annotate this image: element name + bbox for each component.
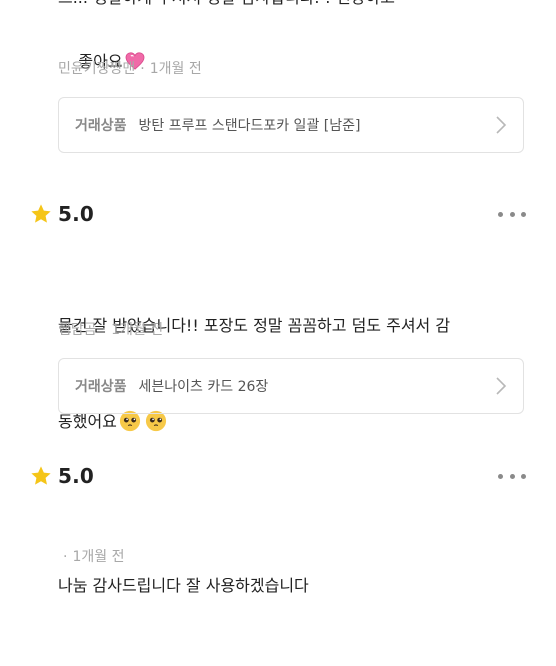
dot-icon: [509, 211, 515, 217]
deal-label: 거래상품: [75, 379, 127, 395]
review-author[interactable]: 햄담곰: [58, 322, 97, 338]
more-options-button[interactable]: [498, 204, 526, 224]
review-time: 1개월 전: [111, 322, 164, 338]
deal-title: 세븐나이츠 카드 26장: [138, 379, 269, 395]
chevron-right-icon: [496, 116, 507, 134]
deal-label: 거래상품: [75, 118, 127, 134]
meta-separator: ·: [101, 322, 107, 338]
review-body-line: 동했어요: [58, 412, 117, 431]
deal-title: 방탄 프루프 스탠다드포카 일괄 [남준]: [138, 118, 361, 134]
deal-item-card[interactable]: 거래상품 방탄 프루프 스탠다드포카 일괄 [남준]: [58, 97, 524, 153]
meta-separator: ·: [140, 61, 145, 77]
dot-icon: [498, 211, 503, 217]
review-rating: 5.0: [30, 461, 94, 491]
dot-icon: [509, 473, 515, 479]
review-meta: 민윤기짱짱맨 · 1개월 전: [58, 58, 202, 78]
review-author[interactable]: 민윤기짱짱맨: [58, 61, 135, 77]
star-icon: [31, 466, 51, 485]
review-body: 나눔 감사드립니다 잘 사용하겠습니다: [58, 506, 528, 666]
review-body-line: 나눔 감사드립니다 잘 사용하겠습니다: [58, 576, 309, 595]
review-meta: · 1개월 전: [58, 546, 124, 566]
more-options-button[interactable]: [498, 466, 526, 486]
dot-icon: [498, 473, 503, 479]
review-time: 1개월 전: [149, 61, 202, 77]
review-body-line: 드... 정갈하게 주셔서 정말 감사합니다. ! 번창하고: [58, 0, 395, 14]
meta-separator: ·: [63, 549, 68, 565]
rating-score: 5.0: [58, 202, 95, 226]
dot-icon: [521, 473, 526, 479]
rating-score: 5.0: [58, 464, 95, 488]
review-time: 1개월 전: [72, 549, 125, 565]
chevron-right-icon: [496, 377, 507, 395]
deal-item-card[interactable]: 거래상품 세븐나이츠 카드 26장: [58, 358, 524, 414]
review-rating: 5.0: [30, 199, 94, 229]
review-meta: 햄담곰 · 1개월 전: [58, 319, 163, 339]
star-icon: [31, 204, 51, 223]
dot-icon: [521, 211, 526, 217]
